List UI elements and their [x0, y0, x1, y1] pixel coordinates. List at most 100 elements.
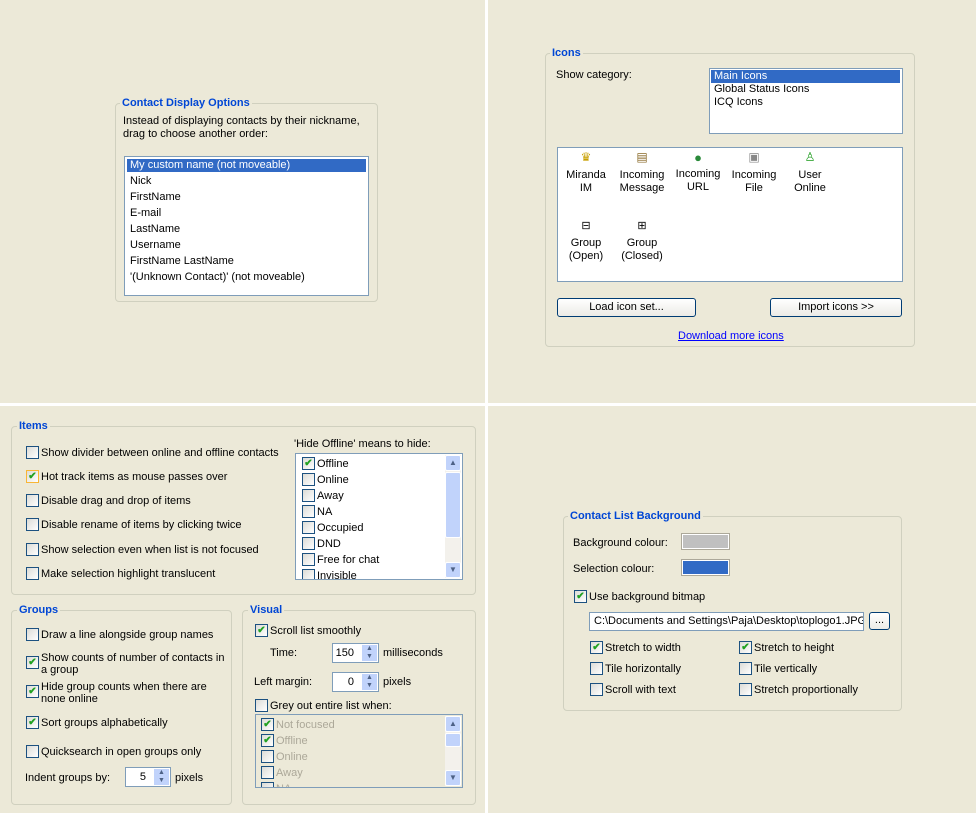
bg-colour-swatch[interactable] — [681, 533, 730, 550]
checkbox-label: Occupied — [317, 522, 364, 534]
icon-item[interactable]: ♙ User Online — [782, 151, 838, 195]
scroll-smoothly-checkbox[interactable]: ✔ — [255, 624, 268, 637]
checkbox[interactable] — [590, 683, 603, 696]
checkbox-label: Hide group counts when there are none onl… — [41, 681, 207, 705]
load-icon-set-button[interactable]: Load icon set... — [557, 298, 696, 317]
icon-item[interactable]: ⊞ Group (Closed) — [614, 220, 670, 263]
list-item[interactable]: Global Status Icons — [711, 83, 900, 96]
checkbox[interactable] — [302, 489, 315, 502]
bitmap-path-input[interactable]: C:\Documents and Settings\Paja\Desktop\t… — [589, 612, 864, 631]
icon-item[interactable]: ▣ Incoming File — [726, 151, 782, 195]
checkbox[interactable]: ✔ — [590, 641, 603, 654]
margin-spinner[interactable]: 0 ▲ ▼ — [332, 672, 379, 692]
scroll-up-icon: ▲ — [445, 716, 461, 732]
plus-box-icon: ⊞ — [637, 220, 647, 232]
checkbox-label: Away — [317, 490, 344, 502]
checkbox-label: Tile horizontally — [605, 663, 682, 675]
checkbox[interactable]: ✔ — [261, 718, 274, 731]
list-item[interactable]: FirstName LastName — [127, 255, 366, 268]
indent-label: Indent groups by: — [25, 772, 111, 784]
checkbox[interactable]: ✔ — [302, 457, 315, 470]
checkbox[interactable] — [26, 518, 39, 531]
list-item[interactable]: My custom name (not moveable) — [127, 159, 366, 172]
checkbox-label: NA — [317, 506, 333, 518]
list-item[interactable]: FirstName — [127, 191, 366, 204]
checkbox[interactable] — [302, 505, 315, 518]
checkbox-label: Sort groups alphabetically — [41, 717, 168, 729]
checkbox[interactable] — [26, 628, 39, 641]
checkbox[interactable] — [26, 567, 39, 580]
list-item[interactable]: Nick — [127, 175, 366, 188]
list-item[interactable]: LastName — [127, 223, 366, 236]
list-item[interactable]: Main Icons — [711, 70, 900, 83]
divider — [0, 403, 976, 406]
time-spinner[interactable]: 150 ▲ ▼ — [332, 643, 379, 663]
checkbox[interactable]: ✔ — [739, 641, 752, 654]
checkbox[interactable] — [261, 766, 274, 779]
show-category-label: Show category: — [556, 69, 632, 81]
grey-out-list: ✔Not focused✔OfflineOnlineAwayNA ▲▼ — [255, 714, 463, 788]
group-title: Groups — [17, 604, 61, 616]
margin-label: Left margin: — [254, 676, 313, 688]
checkbox[interactable] — [302, 521, 315, 534]
scroll-down-icon: ▼ — [445, 770, 461, 786]
checkbox[interactable]: ✔ — [26, 470, 39, 483]
hide-offline-list[interactable]: ✔ Offline Online Away NA Occupied DND Free for … — [295, 453, 463, 580]
checkbox[interactable] — [302, 537, 315, 550]
checkbox[interactable] — [261, 782, 274, 787]
checkbox[interactable]: ✔ — [26, 716, 39, 729]
spinner-arrows-icon: ▲ ▼ — [154, 769, 169, 785]
checkbox[interactable] — [26, 494, 39, 507]
icon-item[interactable]: ● Incoming URL — [670, 151, 726, 194]
scroll-thumb — [445, 472, 461, 538]
grey-out-checkbox[interactable] — [255, 699, 268, 712]
group-title: Visual — [248, 604, 285, 616]
checkbox-label: Stretch to width — [605, 642, 681, 654]
scroll-thumb — [445, 733, 461, 747]
checkbox[interactable] — [302, 569, 315, 579]
use-bitmap-checkbox[interactable]: ✔ — [574, 590, 587, 603]
checkbox[interactable] — [739, 683, 752, 696]
checkbox[interactable] — [590, 662, 603, 675]
icon-item[interactable]: ♛ Miranda IM — [558, 151, 614, 195]
icon-item[interactable]: ⊟ Group (Open) — [558, 220, 614, 263]
spinner-arrows-icon: ▲ ▼ — [362, 645, 377, 661]
time-unit: milliseconds — [383, 647, 443, 659]
group-title: Contact Display Options — [120, 97, 252, 109]
checkbox[interactable] — [261, 750, 274, 763]
icon-list[interactable]: ♛ Miranda IM ▤ Incoming Message ● Incoming URL… — [557, 147, 903, 282]
hide-offline-label: 'Hide Offline' means to hide: — [294, 438, 431, 450]
checkbox-label: NA — [276, 783, 291, 787]
checkbox[interactable] — [302, 553, 315, 566]
checkbox[interactable] — [26, 543, 39, 556]
checkbox-label: Draw a line alongside group names — [41, 629, 214, 641]
checkbox[interactable]: ✔ — [261, 734, 274, 747]
list-item[interactable]: '(Unknown Contact)' (not moveable) — [127, 271, 366, 284]
icon-item[interactable]: ▤ Incoming Message — [614, 151, 670, 195]
scrollbar[interactable]: ▲ ▼ — [445, 455, 461, 578]
browse-button[interactable]: ... — [869, 612, 890, 630]
checkbox[interactable] — [302, 473, 315, 486]
checkbox[interactable]: ✔ — [26, 656, 39, 669]
spinner-arrows-icon: ▲ ▼ — [362, 674, 377, 690]
user-online-icon: ♙ — [804, 150, 816, 164]
checkbox-label: Scroll with text — [605, 684, 676, 696]
checkbox-label: Show counts of number of contacts in a gr… — [41, 652, 225, 676]
checkbox[interactable] — [26, 745, 39, 758]
checkbox[interactable] — [26, 446, 39, 459]
checkbox-label: Show divider between online and offline … — [41, 447, 279, 459]
list-item[interactable]: E-mail — [127, 207, 366, 220]
checkbox[interactable] — [739, 662, 752, 675]
import-icons-button[interactable]: Import icons >> — [770, 298, 902, 317]
download-more-icons-link[interactable]: Download more icons — [678, 330, 784, 342]
checkbox[interactable]: ✔ — [26, 685, 39, 698]
checkbox-label: Offline — [276, 735, 308, 747]
list-item[interactable]: ICQ Icons — [711, 96, 900, 109]
list-item[interactable]: Username — [127, 239, 366, 252]
name-order-list[interactable]: My custom name (not moveable) Nick First… — [124, 156, 369, 296]
indent-spinner[interactable]: 5 ▲ ▼ — [125, 767, 171, 787]
scroll-down-icon: ▼ — [445, 562, 461, 578]
category-list[interactable]: Main Icons Global Status Icons ICQ Icons — [709, 68, 903, 134]
miranda-icon: ♛ — [580, 150, 592, 164]
sel-colour-swatch[interactable] — [681, 559, 730, 576]
